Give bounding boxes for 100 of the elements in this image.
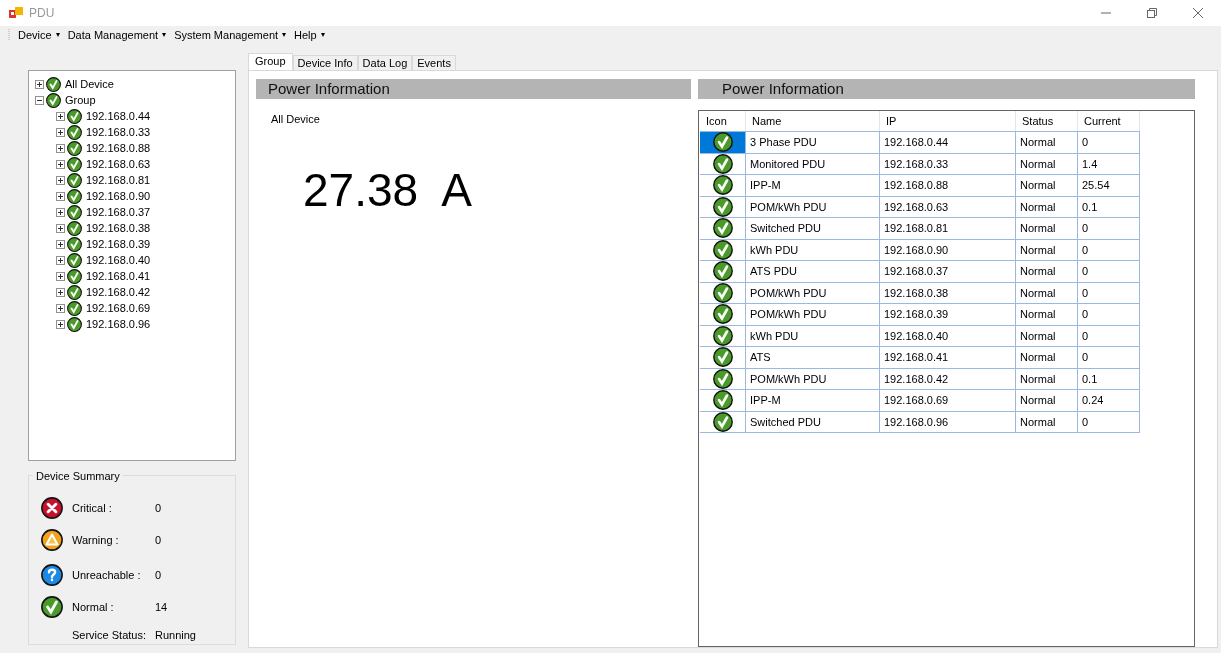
status-label: Warning : [72, 532, 120, 548]
service-status: Running [155, 628, 196, 643]
table-cell: Normal [1016, 411, 1078, 432]
table-cell: Normal [1016, 390, 1078, 411]
expand-icon[interactable] [56, 223, 65, 233]
table-cell: 3 Phase PDU [746, 132, 880, 153]
tree-item[interactable]: 192.168.0.90 [86, 187, 151, 205]
expand-icon[interactable] [56, 111, 65, 121]
table-cell: Normal [1016, 304, 1078, 325]
column-header[interactable]: Icon [700, 111, 746, 131]
menu-item[interactable]: Device ▾ [18, 26, 60, 44]
tree-item[interactable]: 192.168.0.42 [86, 283, 151, 301]
section-header: Power Information [256, 79, 691, 99]
tree-item[interactable]: 192.168.0.44 [86, 107, 151, 125]
expand-icon[interactable] [56, 207, 65, 217]
table-cell: 192.168.0.63 [880, 196, 1016, 217]
table-cell: 192.168.0.39 [880, 304, 1016, 325]
expand-icon[interactable] [56, 287, 65, 297]
tab[interactable]: Data Log [357, 55, 413, 70]
table-cell: 192.168.0.81 [880, 218, 1016, 239]
table-cell: 192.168.0.96 [880, 411, 1016, 432]
tab[interactable]: Group [248, 53, 293, 70]
table-cell: 192.168.0.90 [880, 239, 1016, 260]
table-cell: 0 [1078, 132, 1140, 153]
table-cell: 192.168.0.69 [880, 390, 1016, 411]
expand-icon[interactable] [56, 159, 65, 169]
status-label: Normal : [72, 599, 115, 615]
table-cell: 192.168.0.42 [880, 368, 1016, 389]
expand-icon[interactable] [56, 127, 65, 137]
table-cell: 192.168.0.38 [880, 282, 1016, 303]
scope-label: All Device [271, 112, 320, 127]
table-cell: 0.1 [1078, 368, 1140, 389]
table-cell: 192.168.0.37 [880, 261, 1016, 282]
restore-icon [1147, 8, 1157, 18]
status-count: 0 [155, 567, 162, 583]
table-cell: IPP-M [746, 175, 880, 196]
expand-icon[interactable] [56, 191, 65, 201]
menu-item[interactable]: Help ▾ [294, 26, 325, 44]
table-cell: 192.168.0.33 [880, 153, 1016, 174]
close-icon [1193, 8, 1203, 18]
column-header[interactable]: Current [1078, 111, 1140, 131]
table-cell: 192.168.0.44 [880, 132, 1016, 153]
tree-item[interactable]: 192.168.0.63 [86, 155, 151, 173]
table-cell: POM/kWh PDU [746, 196, 880, 217]
status-count: 0 [155, 532, 162, 548]
menu-item[interactable]: System Management ▾ [174, 26, 287, 44]
tree-item[interactable]: 192.168.0.88 [86, 139, 151, 157]
status-label: Critical : [72, 500, 113, 516]
table-cell: Normal [1016, 239, 1078, 260]
total-current: 27.38 A [303, 163, 472, 216]
table-cell: Normal [1016, 347, 1078, 368]
collapse-icon[interactable] [35, 95, 44, 105]
tree-item[interactable]: 192.168.0.39 [86, 235, 151, 253]
tree-item[interactable]: 192.168.0.38 [86, 219, 151, 237]
table-cell: 0 [1078, 411, 1140, 432]
table-cell: Normal [1016, 175, 1078, 196]
column-header[interactable]: IP [880, 111, 1016, 131]
expand-icon[interactable] [56, 239, 65, 249]
table-cell: 0 [1078, 347, 1140, 368]
tree-item[interactable]: 192.168.0.81 [86, 171, 151, 189]
status-label: Unreachable : [72, 567, 142, 583]
table-cell: Switched PDU [746, 218, 880, 239]
table-cell: 1.4 [1078, 153, 1140, 174]
table-cell: Switched PDU [746, 411, 880, 432]
table-cell: Normal [1016, 261, 1078, 282]
table-cell: kWh PDU [746, 325, 880, 346]
table-cell: Normal [1016, 282, 1078, 303]
tree-item[interactable]: 192.168.0.33 [86, 123, 151, 141]
table-cell: 192.168.0.41 [880, 347, 1016, 368]
table-cell: Normal [1016, 218, 1078, 239]
tree-item[interactable]: Group [65, 91, 96, 109]
table-cell: kWh PDU [746, 239, 880, 260]
icon-cell[interactable] [700, 132, 746, 153]
table-cell: ATS PDU [746, 261, 880, 282]
expand-icon[interactable] [56, 175, 65, 185]
tree-item[interactable]: 192.168.0.69 [86, 299, 151, 317]
menu-item[interactable]: Data Management ▾ [67, 26, 167, 44]
tree-item[interactable]: 192.168.0.41 [86, 267, 151, 285]
column-header[interactable]: Status [1016, 111, 1078, 131]
expand-icon[interactable] [56, 271, 65, 281]
expand-icon[interactable] [56, 319, 65, 329]
expand-icon[interactable] [35, 79, 44, 89]
tree-item[interactable]: All Device [65, 75, 114, 93]
table-cell: ATS [746, 347, 880, 368]
table-cell: Normal [1016, 325, 1078, 346]
table-cell: POM/kWh PDU [746, 304, 880, 325]
tree-item[interactable]: 192.168.0.40 [86, 251, 151, 269]
table-cell: POM/kWh PDU [746, 282, 880, 303]
tree-item[interactable]: 192.168.0.96 [86, 315, 151, 333]
expand-icon[interactable] [56, 303, 65, 313]
table-cell: 192.168.0.88 [880, 175, 1016, 196]
tab[interactable]: Device Info [292, 55, 358, 70]
tree-item[interactable]: 192.168.0.37 [86, 203, 151, 221]
column-header[interactable]: Name [746, 111, 880, 131]
expand-icon[interactable] [56, 255, 65, 265]
expand-icon[interactable] [56, 143, 65, 153]
tab[interactable]: Events [412, 55, 456, 70]
status-count: 14 [155, 599, 168, 615]
table-cell: Normal [1016, 132, 1078, 153]
table-cell: Normal [1016, 368, 1078, 389]
